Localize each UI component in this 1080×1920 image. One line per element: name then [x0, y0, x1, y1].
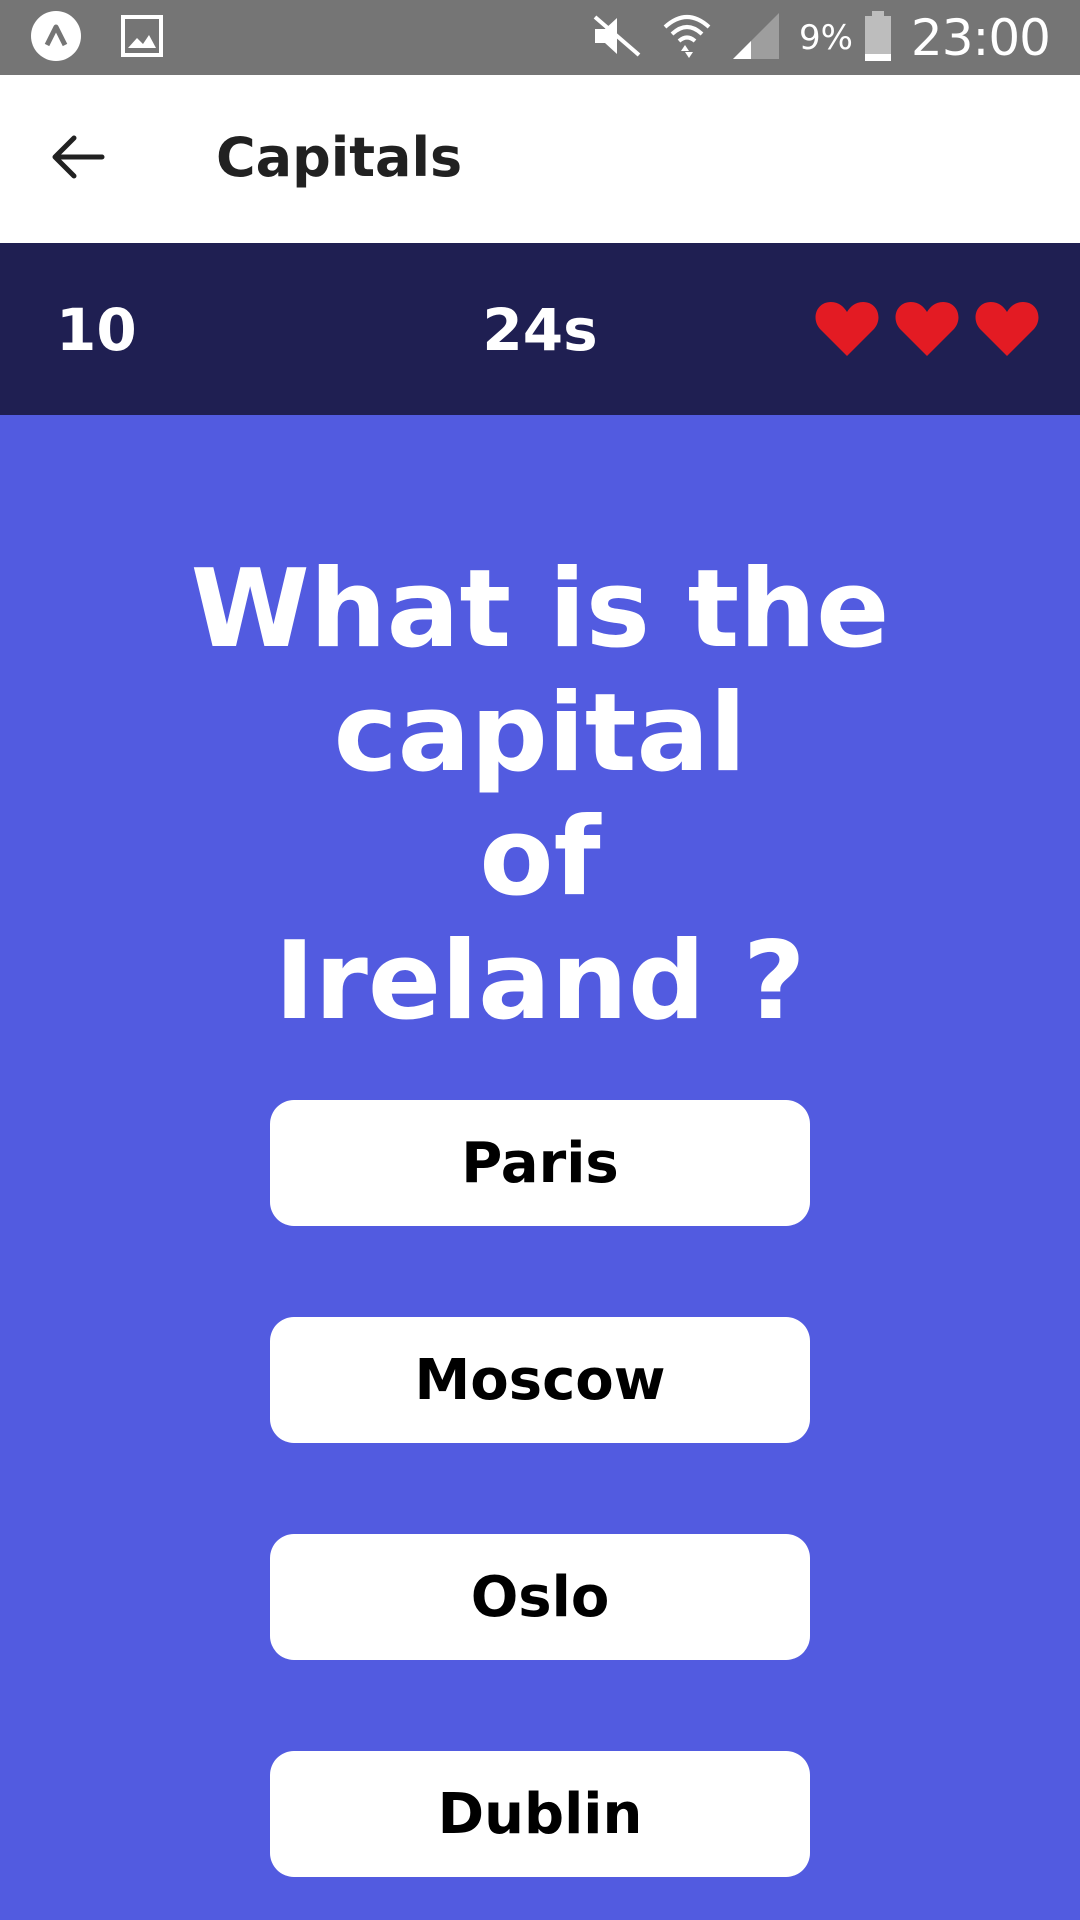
game-info-bar: 10 24s	[0, 243, 1080, 415]
question-line: of	[479, 795, 601, 920]
muted-speaker-icon	[591, 13, 643, 63]
heart-icon	[975, 302, 1039, 356]
answer-button[interactable]: Paris	[270, 1100, 810, 1226]
question-text: What is the capital of Ireland ?	[40, 548, 1040, 1044]
app-notification-icon	[30, 10, 82, 66]
answer-button[interactable]: Oslo	[270, 1534, 810, 1660]
lives-indicator	[814, 298, 1040, 358]
answer-button[interactable]: Dublin	[270, 1751, 810, 1877]
question-line: Ireland ?	[274, 919, 806, 1044]
answer-button[interactable]: Moscow	[270, 1317, 810, 1443]
image-icon	[120, 14, 164, 62]
status-bar-time: 23:00	[910, 8, 1051, 67]
score-counter: 10	[56, 296, 137, 364]
arrow-left-icon	[50, 133, 106, 185]
countdown-timer: 24s	[482, 296, 598, 364]
back-button[interactable]	[38, 119, 118, 199]
signal-icon	[731, 11, 781, 65]
question-line: What is the capital	[190, 547, 890, 796]
heart-icon	[815, 302, 879, 356]
battery-percent: 9%	[798, 17, 853, 58]
app-bar: Capitals	[0, 75, 1080, 243]
battery-icon	[863, 10, 893, 66]
heart-icon	[895, 302, 959, 356]
quiz-screen: 9% 23:00 Capitals 10 24s What is the cap…	[0, 0, 1080, 1920]
wifi-icon	[661, 9, 713, 67]
answer-list: Paris Moscow Oslo Dublin	[270, 1100, 810, 1920]
page-title: Capitals	[216, 126, 463, 189]
status-bar: 9% 23:00	[0, 0, 1080, 75]
status-bar-notifications	[30, 10, 164, 66]
status-bar-system: 9% 23:00	[591, 0, 1051, 75]
